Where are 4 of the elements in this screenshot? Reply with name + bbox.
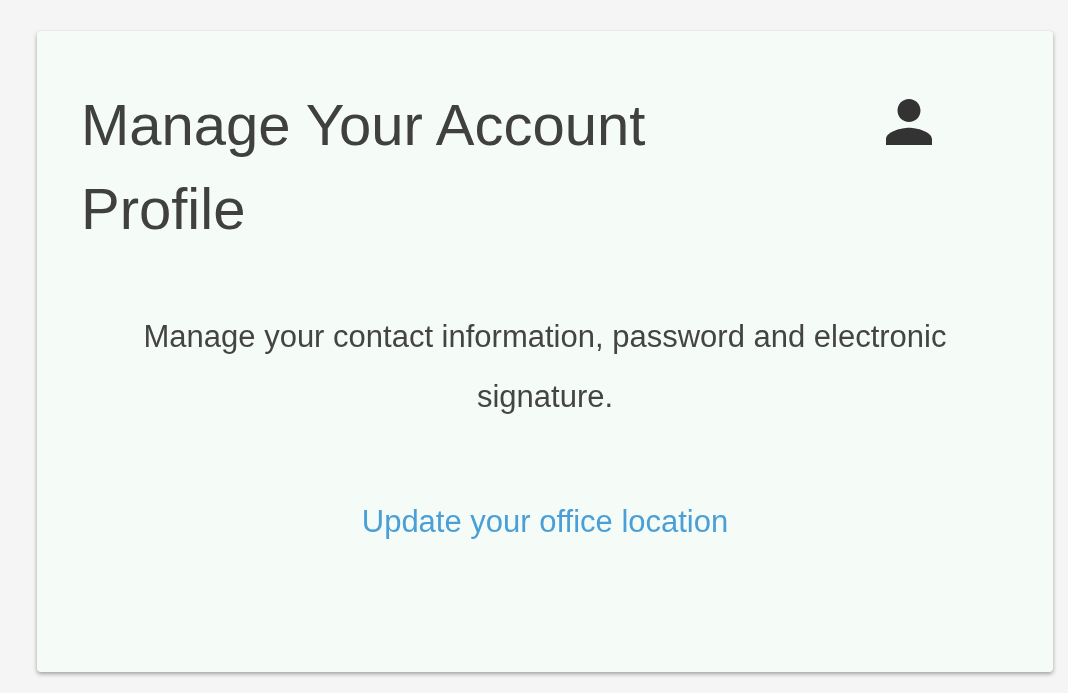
card-description: Manage your contact information, password and electronic signature. — [142, 318, 948, 416]
card-title: Manage Your Account Profile — [81, 91, 647, 243]
office-location-link[interactable]: Update your office location — [361, 499, 729, 546]
person-icon — [885, 99, 933, 145]
